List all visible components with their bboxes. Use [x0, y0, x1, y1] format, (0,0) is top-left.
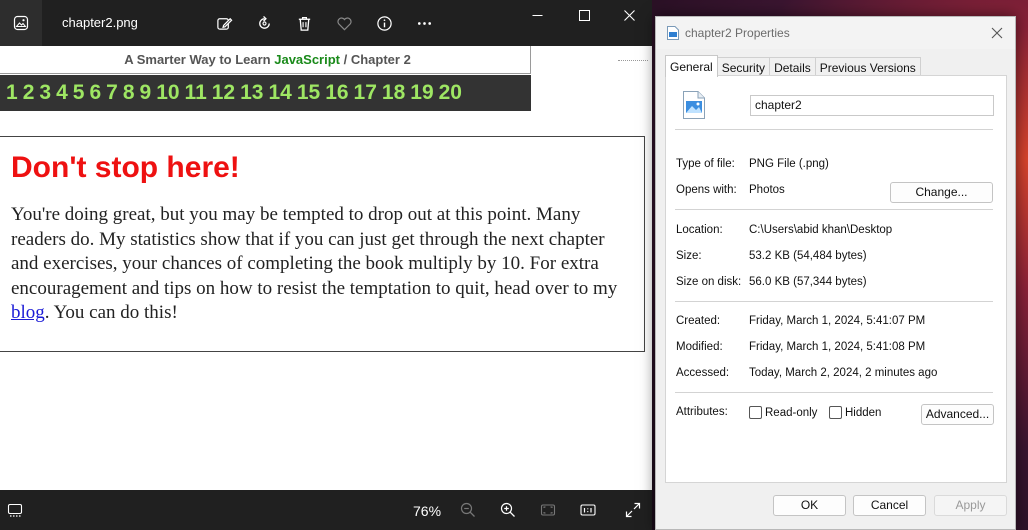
file-small-icon: [667, 26, 679, 40]
chapter-link[interactable]: 15: [297, 81, 320, 105]
opens-with-label: Opens with:: [676, 184, 737, 196]
photos-bottom-bar: 76%: [0, 490, 652, 530]
photos-titlebar: chapter2.png: [0, 0, 652, 46]
book-header-prefix: A Smarter Way to Learn: [124, 52, 275, 67]
chapter-link[interactable]: 11: [185, 81, 207, 105]
tab-general[interactable]: General: [665, 55, 718, 77]
zoom-in-icon[interactable]: [498, 500, 518, 520]
chapter-link[interactable]: 3: [39, 81, 51, 105]
chapter-link[interactable]: 1: [6, 81, 18, 105]
photos-window: chapter2.png A Smarter Way to Learn Java…: [0, 0, 652, 530]
size-on-disk-value: 56.0 KB (57,344 bytes): [749, 276, 867, 288]
dotted-line: [618, 60, 648, 61]
actual-size-icon[interactable]: [578, 500, 598, 520]
rotate-icon[interactable]: [251, 10, 277, 36]
accessed-value: Today, March 2, 2024, 2 minutes ago: [749, 367, 938, 379]
modified-value: Friday, March 1, 2024, 5:41:08 PM: [749, 341, 926, 353]
edit-image-icon[interactable]: [211, 10, 237, 36]
accessed-label: Accessed:: [676, 367, 730, 379]
close-icon[interactable]: [989, 25, 1005, 41]
separator: [675, 129, 993, 130]
opens-with-value: Photos: [749, 184, 785, 196]
minimize-icon[interactable]: [514, 0, 560, 30]
hidden-label: Hidden: [845, 407, 882, 419]
tab-previous-versions[interactable]: Previous Versions: [814, 57, 921, 76]
chapter-link[interactable]: 18: [382, 81, 405, 105]
chapter-link[interactable]: 16: [325, 81, 348, 105]
read-only-checkbox[interactable]: [749, 406, 762, 419]
png-file-icon: [683, 91, 705, 119]
modified-label: Modified:: [676, 341, 723, 353]
read-only-label: Read-only: [765, 407, 818, 419]
zoom-level[interactable]: 76%: [413, 503, 441, 519]
created-label: Created:: [676, 315, 721, 327]
tab-details[interactable]: Details: [769, 57, 816, 76]
tab-security[interactable]: Security: [716, 57, 771, 76]
close-icon[interactable]: [606, 0, 652, 30]
hidden-checkbox[interactable]: [829, 406, 842, 419]
book-header-javascript: JavaScript: [274, 52, 340, 67]
fit-to-window-icon[interactable]: [538, 500, 558, 520]
properties-tabs: General Security Details Previous Versio…: [665, 55, 921, 77]
created-value: Friday, March 1, 2024, 5:41:07 PM: [749, 315, 926, 327]
attributes-label: Attributes:: [676, 406, 728, 418]
chapter-link[interactable]: 9: [140, 81, 152, 105]
advanced-button[interactable]: Advanced...: [921, 404, 994, 425]
chapter-link[interactable]: 20: [439, 81, 462, 105]
fullscreen-icon[interactable]: [623, 500, 643, 520]
size-label: Size:: [676, 250, 702, 262]
message-title: Don't stop here!: [11, 151, 240, 184]
chapter-link[interactable]: 2: [23, 81, 35, 105]
chapter-bar: 1 2 3 4 5 6 7 8 9 10 11 12 13 14 15 16 17 18 19 20: [0, 75, 531, 111]
separator: [675, 301, 993, 302]
separator: [675, 209, 993, 210]
cancel-button[interactable]: Cancel: [853, 495, 926, 516]
change-button[interactable]: Change...: [890, 182, 993, 203]
chapter-link[interactable]: 6: [89, 81, 101, 105]
apply-button[interactable]: Apply: [934, 495, 1007, 516]
favorite-heart-icon[interactable]: [331, 10, 357, 36]
chapter-link[interactable]: 7: [106, 81, 118, 105]
location-value: C:\Users\abid khan\Desktop: [749, 224, 893, 236]
more-options-icon[interactable]: [411, 10, 437, 36]
message-box: Don't stop here! You're doing great, but…: [0, 136, 645, 352]
location-label: Location:: [676, 224, 723, 236]
chapter-link[interactable]: 17: [354, 81, 377, 105]
chapter-link[interactable]: 8: [123, 81, 135, 105]
photos-file-title: chapter2.png: [62, 15, 138, 30]
chapter-link[interactable]: 19: [410, 81, 433, 105]
file-name-field[interactable]: chapter2: [750, 95, 994, 116]
message-body: You're doing great, but you may be tempt…: [11, 203, 633, 326]
chapter-link[interactable]: 10: [156, 81, 179, 105]
properties-titlebar: chapter2 Properties: [656, 17, 1015, 49]
chapter-link[interactable]: 4: [56, 81, 68, 105]
separator: [675, 392, 993, 393]
filmstrip-icon[interactable]: [5, 500, 25, 520]
message-text: You're doing great, but you may be tempt…: [11, 204, 618, 299]
book-header-suffix: / Chapter 2: [340, 52, 411, 67]
info-icon[interactable]: [371, 10, 397, 36]
chapter-link[interactable]: 14: [268, 81, 291, 105]
general-panel: chapter2 Type of file: PNG File (.png) O…: [665, 75, 1007, 483]
zoom-out-icon[interactable]: [458, 500, 478, 520]
chapter-link[interactable]: 13: [240, 81, 263, 105]
chapter-link[interactable]: 12: [212, 81, 235, 105]
image-canvas[interactable]: A Smarter Way to Learn JavaScript / Chap…: [0, 46, 652, 490]
book-header: A Smarter Way to Learn JavaScript / Chap…: [0, 46, 531, 74]
message-text-end: . You can do this!: [44, 302, 178, 323]
photos-app-icon[interactable]: [0, 0, 42, 46]
properties-title: chapter2 Properties: [685, 26, 790, 40]
type-value: PNG File (.png): [749, 158, 829, 170]
size-value: 53.2 KB (54,484 bytes): [749, 250, 867, 262]
chapter-link[interactable]: 5: [73, 81, 85, 105]
type-label: Type of file:: [676, 158, 735, 170]
ok-button[interactable]: OK: [773, 495, 846, 516]
blog-link[interactable]: blog: [11, 302, 45, 323]
maximize-icon[interactable]: [561, 0, 607, 30]
properties-dialog: chapter2 Properties General Security Det…: [655, 16, 1016, 530]
delete-icon[interactable]: [291, 10, 317, 36]
size-on-disk-label: Size on disk:: [676, 276, 742, 288]
